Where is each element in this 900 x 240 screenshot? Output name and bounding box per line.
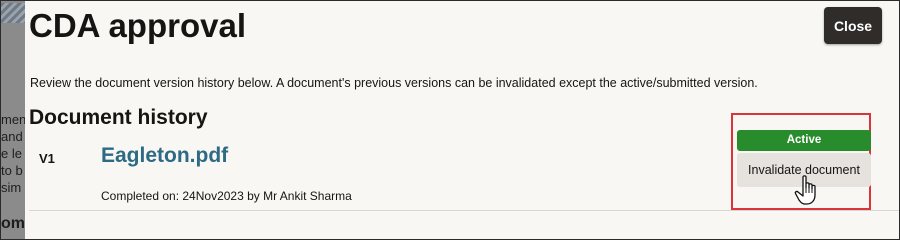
- dialog-title: CDA approval: [29, 7, 246, 44]
- background-banner: [1, 3, 25, 23]
- row-divider: [29, 210, 899, 211]
- background-text-line: and: [1, 129, 23, 144]
- dialog-description: Review the document version history belo…: [30, 76, 758, 90]
- close-button[interactable]: Close: [824, 7, 882, 44]
- status-badge: Active: [737, 130, 871, 151]
- background-text-line: e le: [1, 146, 22, 161]
- background-page: ment and e le to b sim omp: [1, 1, 25, 239]
- document-history-heading: Document history: [29, 106, 208, 129]
- version-label: V1: [39, 151, 55, 166]
- screenshot-frame: ment and e le to b sim omp CDA approval …: [0, 0, 900, 240]
- background-text-line: to b: [1, 163, 23, 178]
- document-link[interactable]: Eagleton.pdf: [101, 144, 228, 168]
- completion-info: Completed on: 24Nov2023 by Mr Ankit Shar…: [101, 189, 352, 203]
- background-text-line: ment: [1, 112, 25, 127]
- background-text-line: sim: [1, 180, 22, 195]
- background-heading: omp: [1, 215, 25, 232]
- hand-pointer-icon: [794, 175, 816, 205]
